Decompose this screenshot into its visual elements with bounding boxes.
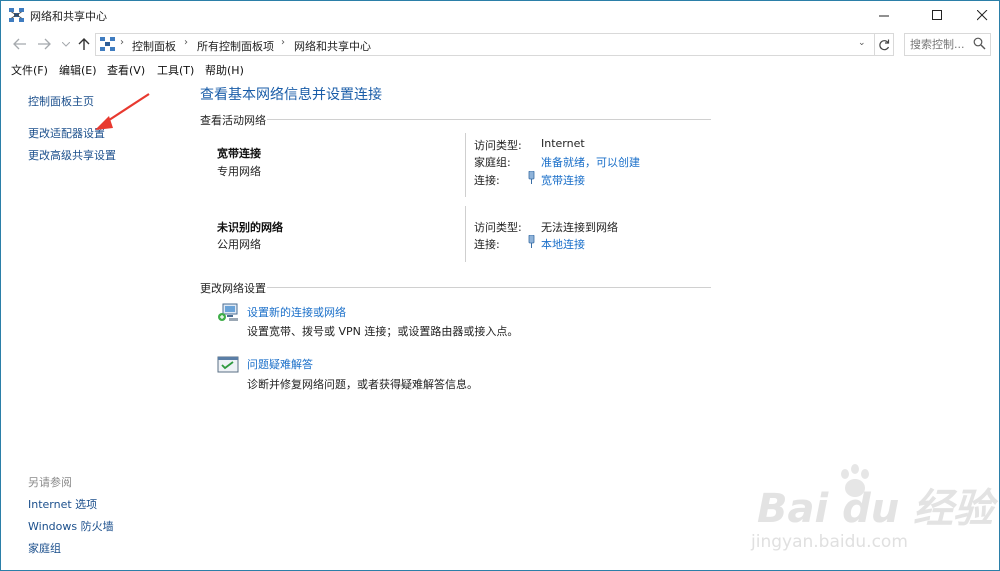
page-title: 查看基本网络信息并设置连接 bbox=[200, 87, 382, 103]
menu-help[interactable]: 帮助(H) bbox=[205, 62, 244, 78]
close-button[interactable] bbox=[959, 1, 999, 29]
troubleshoot-link[interactable]: 问题疑难解答 bbox=[247, 356, 313, 372]
network-sharing-center-window: 网络和共享中心 › 控制面板 › 所有控制面板项 › 网络和共享中心 ⌄ 搜索控… bbox=[0, 0, 1000, 571]
local-connection-link[interactable]: 本地连接 bbox=[541, 236, 585, 252]
watermark-brand: Bai du 经验 bbox=[757, 486, 994, 532]
troubleshoot-icon bbox=[217, 356, 239, 373]
access-type-label: 访问类型: bbox=[474, 139, 522, 152]
maximize-button[interactable] bbox=[914, 1, 960, 29]
breadcrumb-control-panel[interactable]: 控制面板 bbox=[132, 38, 176, 54]
forward-arrow-icon bbox=[38, 38, 51, 50]
close-icon bbox=[976, 9, 987, 20]
section-divider bbox=[267, 287, 711, 288]
control-panel-home-link[interactable]: 控制面板主页 bbox=[28, 93, 94, 109]
up-arrow-icon bbox=[78, 38, 90, 50]
windows-firewall-link[interactable]: Windows 防火墙 bbox=[28, 518, 114, 534]
change-advanced-sharing-link[interactable]: 更改高级共享设置 bbox=[28, 147, 116, 163]
menu-view[interactable]: 查看(V) bbox=[107, 62, 145, 78]
refresh-button[interactable] bbox=[874, 33, 894, 56]
connections-label: 连接: bbox=[474, 174, 500, 187]
see-also-heading: 另请参阅 bbox=[28, 476, 72, 489]
setup-new-connection-description: 设置宽带、拨号或 VPN 连接；或设置路由器或接入点。 bbox=[247, 325, 519, 338]
network-name: 未识别的网络 bbox=[217, 221, 283, 234]
back-button[interactable] bbox=[11, 35, 29, 53]
breadcrumb-all-items[interactable]: 所有控制面板项 bbox=[197, 38, 274, 54]
network-name: 宽带连接 bbox=[217, 147, 261, 160]
forward-button[interactable] bbox=[35, 35, 53, 53]
new-connection-icon bbox=[218, 303, 238, 321]
homegroup-status-link[interactable]: 准备就绪，可以创建 bbox=[541, 154, 640, 170]
menu-tools[interactable]: 工具(T) bbox=[157, 62, 194, 78]
annotation-arrow-icon bbox=[95, 93, 150, 130]
left-pane: 控制面板主页 更改适配器设置 更改高级共享设置 另请参阅 Internet 选项… bbox=[1, 79, 187, 570]
recent-locations-button[interactable] bbox=[57, 35, 75, 53]
breadcrumb-network-center[interactable]: 网络和共享中心 bbox=[294, 38, 371, 54]
minimize-icon bbox=[878, 15, 889, 16]
window-title: 网络和共享中心 bbox=[30, 10, 107, 23]
homegroup-link[interactable]: 家庭组 bbox=[28, 540, 61, 556]
title-bar: 网络和共享中心 bbox=[1, 1, 999, 29]
up-button[interactable] bbox=[75, 35, 93, 53]
minimize-button[interactable] bbox=[861, 1, 907, 29]
network-icon bbox=[9, 8, 24, 22]
back-arrow-icon bbox=[13, 38, 26, 50]
access-type-value: 无法连接到网络 bbox=[541, 221, 618, 234]
menu-edit[interactable]: 编辑(E) bbox=[59, 62, 97, 78]
divider bbox=[465, 206, 466, 262]
menu-bar: 文件(F) 编辑(E) 查看(V) 工具(T) 帮助(H) bbox=[1, 59, 999, 79]
network-type[interactable]: 专用网络 bbox=[217, 163, 261, 179]
maximize-icon bbox=[931, 9, 942, 20]
menu-file[interactable]: 文件(F) bbox=[11, 62, 48, 78]
chevron-down-icon[interactable]: ⌄ bbox=[858, 38, 866, 48]
internet-options-link[interactable]: Internet 选项 bbox=[28, 496, 97, 512]
search-icon bbox=[973, 37, 986, 50]
watermark-site: jingyan.baidu.com bbox=[751, 532, 908, 552]
refresh-icon bbox=[878, 39, 889, 50]
navigation-bar: › 控制面板 › 所有控制面板项 › 网络和共享中心 ⌄ bbox=[1, 29, 999, 59]
troubleshoot-description: 诊断并修复网络问题，或者获得疑难解答信息。 bbox=[247, 378, 478, 391]
access-type-label: 访问类型: bbox=[474, 221, 522, 234]
network-icon bbox=[100, 37, 115, 51]
change-settings-heading: 更改网络设置 bbox=[200, 282, 266, 295]
search-box[interactable] bbox=[904, 33, 991, 56]
broadband-connection-link[interactable]: 宽带连接 bbox=[541, 172, 585, 188]
ethernet-connection-icon bbox=[528, 235, 535, 248]
active-networks-heading: 查看活动网络 bbox=[200, 114, 266, 127]
dialup-connection-icon bbox=[528, 171, 535, 184]
breadcrumb-separator-icon[interactable]: › bbox=[120, 37, 124, 48]
search-input[interactable] bbox=[910, 37, 970, 51]
baidu-watermark: Bai du 经验 jingyan.baidu.com bbox=[739, 456, 993, 566]
connections-label: 连接: bbox=[474, 238, 500, 251]
chevron-down-icon bbox=[62, 41, 70, 47]
setup-new-connection-link[interactable]: 设置新的连接或网络 bbox=[247, 304, 346, 320]
breadcrumb-separator-icon[interactable]: › bbox=[281, 37, 285, 48]
network-type[interactable]: 公用网络 bbox=[217, 236, 261, 252]
homegroup-label: 家庭组: bbox=[474, 156, 511, 169]
address-bar[interactable]: › 控制面板 › 所有控制面板项 › 网络和共享中心 ⌄ bbox=[95, 33, 875, 56]
section-divider bbox=[267, 119, 711, 120]
divider bbox=[465, 133, 466, 197]
access-type-value: Internet bbox=[541, 137, 585, 150]
breadcrumb-separator-icon[interactable]: › bbox=[184, 37, 188, 48]
